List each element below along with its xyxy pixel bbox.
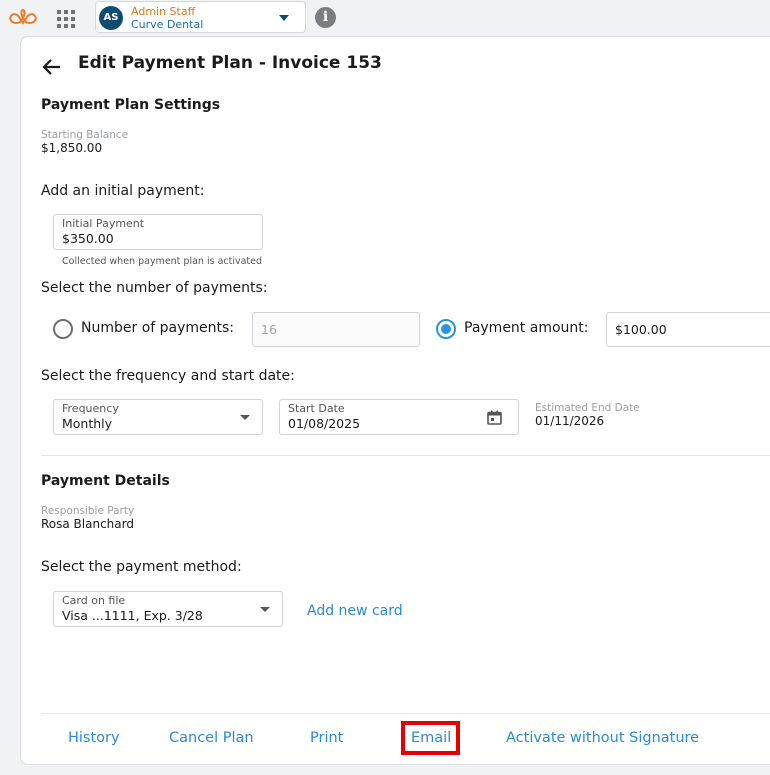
user-selector[interactable]: AS Admin Staff Curve Dental [95,1,306,33]
user-org: Curve Dental [131,18,204,31]
top-bar: AS Admin Staff Curve Dental i [0,0,770,36]
add-new-card-link[interactable]: Add new card [307,603,403,619]
responsible-party-value: Rosa Blanchard [41,517,134,531]
details-heading: Payment Details [41,473,170,489]
history-link[interactable]: History [68,730,120,746]
edit-payment-plan-panel: Edit Payment Plan - Invoice 153 Payment … [20,36,770,765]
radio-amount-label: Payment amount: [464,320,589,336]
apps-grid-icon[interactable] [56,9,76,29]
back-arrow-icon[interactable] [41,56,63,78]
initial-payment-hint: Collected when payment plan is activated [62,256,263,267]
section-divider [41,455,770,456]
print-link[interactable]: Print [310,730,343,746]
initial-payment-value[interactable]: $350.00 [62,231,114,246]
number-of-payments-value: 16 [261,322,277,337]
frequency-select[interactable]: Frequency Monthly [53,399,263,435]
avatar: AS [99,6,123,30]
frequency-label: Frequency [62,402,119,415]
initial-payment-field[interactable]: Initial Payment $350.00 [53,214,263,250]
radio-payment-amount[interactable] [436,319,456,339]
chevron-down-icon [260,607,270,612]
radio-number-of-payments[interactable] [53,319,73,339]
page-title: Edit Payment Plan - Invoice 153 [78,53,382,73]
start-date-value: 01/08/2025 [288,416,361,431]
frequency-value: Monthly [62,416,113,431]
payment-method-prompt: Select the payment method: [41,559,242,575]
chevron-down-icon [240,415,250,420]
settings-heading: Payment Plan Settings [41,97,221,113]
start-date-label: Start Date [288,402,345,415]
starting-balance-value: $1,850.00 [41,141,103,155]
card-on-file-select[interactable]: Card on file Visa ...1111, Exp. 3/28 [53,591,283,627]
end-date-value: 01/11/2026 [535,414,605,428]
calendar-icon[interactable] [487,410,502,425]
initial-payment-label: Initial Payment [62,217,145,230]
number-of-payments-input[interactable]: 16 [252,312,420,347]
starting-balance-label: Starting Balance [41,129,129,141]
start-date-field[interactable]: Start Date 01/08/2025 [279,399,519,435]
card-on-file-value: Visa ...1111, Exp. 3/28 [62,608,203,623]
card-on-file-label: Card on file [62,594,126,607]
radio-number-label: Number of payments: [81,320,235,336]
footer-divider [41,713,770,714]
payment-amount-value: $100.00 [615,322,667,337]
initial-payment-prompt: Add an initial payment: [41,183,205,199]
cancel-plan-link[interactable]: Cancel Plan [169,730,254,746]
end-date-label: Estimated End Date [535,402,640,414]
info-icon[interactable]: i [315,7,336,28]
activate-without-signature-link[interactable]: Activate without Signature [506,730,699,746]
user-name: Admin Staff [131,5,196,18]
payment-amount-input[interactable]: $100.00 [606,312,770,347]
num-payments-prompt: Select the number of payments: [41,280,268,296]
curve-logo-icon[interactable] [7,6,39,30]
frequency-prompt: Select the frequency and start date: [41,368,295,384]
responsible-party-label: Responsible Party [41,505,135,517]
chevron-down-icon[interactable] [279,15,289,21]
email-highlight-box [401,721,460,755]
